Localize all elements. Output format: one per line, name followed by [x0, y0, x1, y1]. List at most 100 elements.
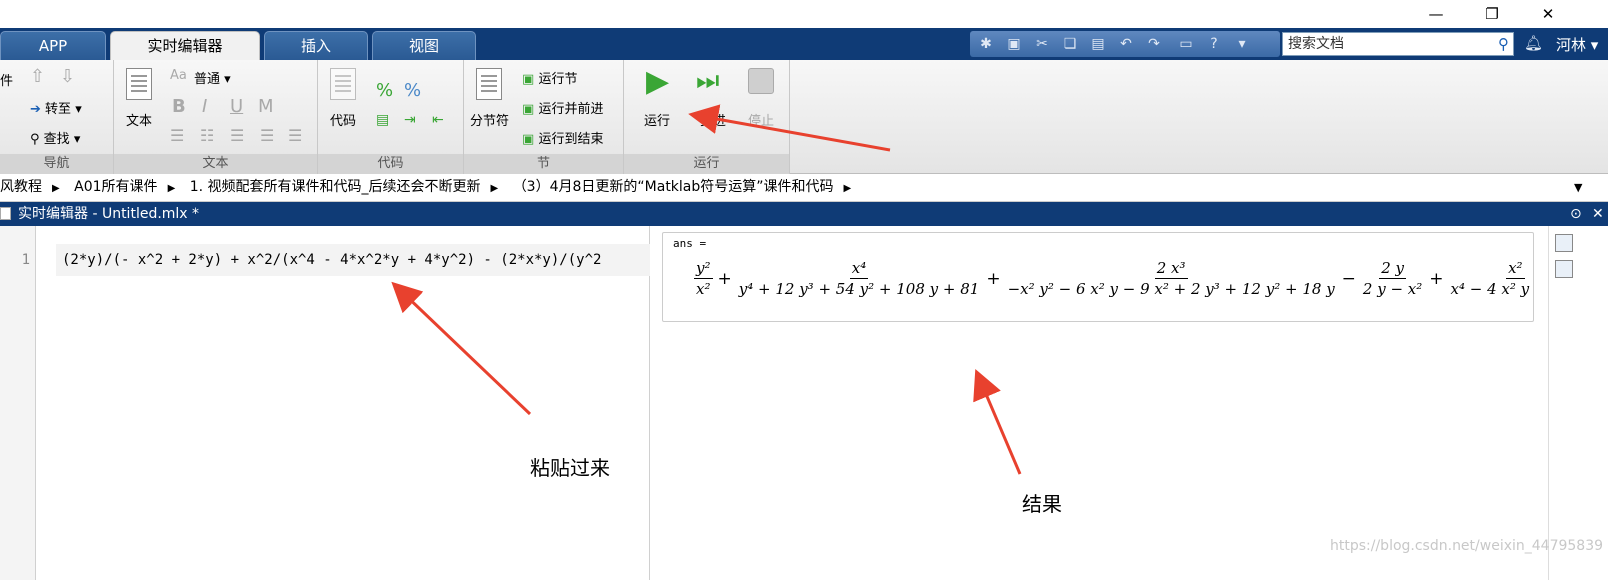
minimize-ribbon-icon[interactable]: ▾ [1232, 34, 1252, 54]
italic-button[interactable]: I [202, 96, 207, 117]
paste-icon[interactable]: ▤ [1088, 34, 1108, 54]
indent-icon[interactable]: ⇥ [404, 112, 416, 128]
user-name: 河林 [1556, 36, 1587, 54]
math-denominator: −x² y² − 6 x² y − 9 x² + 2 y³ + 12 y² + … [1007, 280, 1335, 298]
down-arrow-icon[interactable]: ⇩ [60, 66, 75, 87]
align-left-icon[interactable]: ☰ [230, 126, 244, 145]
search-icon[interactable]: ⚲ [1498, 33, 1509, 55]
output-inline-icon[interactable] [1555, 234, 1573, 252]
save-icon[interactable]: ▣ [1004, 34, 1024, 54]
cut-icon[interactable]: ✂ [1032, 34, 1052, 54]
search-input[interactable]: 搜索文档 ⚲ [1282, 32, 1514, 56]
numbered-list-icon[interactable]: ☷ [200, 126, 214, 145]
ribbon-section-code: 代码 % % ▤ ⇥ ⇤ 代码 [318, 60, 464, 174]
bullet-list-icon[interactable]: ☰ [170, 126, 184, 145]
goto-label: 转至 [45, 102, 72, 117]
ribbon-section-text: 文本 Aa 普通 ▾ B I U M ☰ ☷ ☰ ☰ ☰ 文本 [114, 60, 318, 174]
close-button[interactable]: ✕ [1534, 4, 1562, 24]
code-doc-icon[interactable] [330, 68, 356, 100]
code-button-label[interactable]: 代码 [330, 110, 356, 129]
uncomment-icon[interactable]: % [404, 80, 421, 101]
monospace-button[interactable]: M [258, 96, 274, 117]
search-placeholder: 搜索文档 [1288, 36, 1344, 52]
copy-icon[interactable]: ❏ [1060, 34, 1080, 54]
math-numerator: x⁴ [849, 259, 869, 279]
wrap-icon[interactable]: ▤ [376, 112, 389, 128]
tab-view[interactable]: 视图 [372, 31, 476, 60]
up-arrow-icon[interactable]: ⇧ [30, 66, 45, 87]
section-label-run: 运行 [624, 154, 789, 174]
help-circle-icon[interactable]: ? [1204, 34, 1224, 54]
math-fraction: y² x² [694, 259, 713, 298]
math-fraction: x⁴ y⁴ + 12 y³ + 54 y² + 108 y + 81 [737, 259, 982, 298]
code-line[interactable]: (2*y)/(- x^2 + 2*y) + x^2/(x^4 - 4*x^2*y… [56, 244, 650, 276]
run-play-icon[interactable]: ▶ [646, 64, 669, 99]
stop-icon[interactable] [748, 68, 774, 94]
run-section-icon: ▣ [522, 72, 535, 87]
run-advance-icon: ▣ [522, 102, 535, 117]
run-to-end-button[interactable]: ▣ 运行到结束 [522, 128, 603, 147]
section-break-label[interactable]: 分节符 [470, 110, 509, 129]
section-label-nav: 导航 [0, 154, 113, 174]
style-icon: Aa [170, 68, 187, 83]
outdent-icon[interactable]: ⇤ [432, 112, 444, 128]
step-icon[interactable]: ⏭ [696, 66, 719, 97]
output-area: ans = y² x² + x⁴ y⁴ + 12 y³ + 54 y² + 108 y … [650, 226, 1548, 580]
output-side-toolbar [1548, 226, 1608, 580]
user-menu[interactable]: 河林 ▾ [1556, 34, 1598, 55]
tab-insert[interactable]: 插入 [264, 31, 368, 60]
restore-button[interactable]: ❐ [1478, 4, 1506, 24]
math-numerator: y² [694, 259, 713, 279]
math-numerator: 2 y [1379, 259, 1406, 279]
find-button[interactable]: ⚲ 查找 ▾ [30, 128, 80, 147]
breadcrumb-item[interactable]: （3）4月8日更新的“Matklab符号运算”课件和代码 [513, 179, 834, 195]
breadcrumb-item[interactable]: A01所有课件 [74, 179, 157, 195]
goto-button[interactable]: ➔ 转至 ▾ [30, 98, 82, 117]
stop-button-label[interactable]: 停止 [748, 110, 774, 129]
undo-icon[interactable]: ↶ [1116, 34, 1136, 54]
bell-icon[interactable]: 🔔︎ [1524, 34, 1543, 52]
style-dropdown[interactable]: 普通 ▾ [194, 68, 231, 87]
breadcrumb-item[interactable]: 风教程 [0, 179, 42, 195]
line-gutter: 1 [0, 226, 36, 580]
math-operator: − [1341, 268, 1356, 289]
run-button-label[interactable]: 运行 [644, 110, 670, 129]
symbolic-result: y² x² + x⁴ y⁴ + 12 y³ + 54 y² + 108 y + 81 +2… [691, 259, 1533, 298]
text-doc-icon[interactable] [126, 68, 152, 100]
math-operator: + [717, 268, 732, 289]
code-area[interactable]: (2*y)/(- x^2 + 2*y) + x^2/(x^4 - 4*x^2*y… [36, 226, 650, 580]
text-button-label[interactable]: 文本 [126, 110, 152, 129]
section-break-icon[interactable] [476, 68, 502, 100]
math-numerator: 2 x³ [1154, 259, 1188, 279]
step-button-label[interactable]: 步进 [700, 110, 726, 129]
breadcrumb-item[interactable]: 1. 视频配套所有课件和代码_后续还会不断更新 [190, 179, 481, 195]
math-fraction: x²x⁴ − 4 x² y + 4 y² [1449, 259, 1533, 298]
editor-close-icon[interactable]: ✕ [1592, 202, 1604, 226]
comment-icon[interactable]: % [376, 80, 393, 101]
minimize-button[interactable]: — [1422, 4, 1450, 24]
chevron-right-icon: ▶ [167, 183, 176, 194]
chevron-right-icon: ▶ [490, 183, 499, 194]
align-center-icon[interactable]: ☰ [260, 126, 274, 145]
tab-app[interactable]: APP [0, 31, 106, 60]
switch-windows-icon[interactable]: ▭ [1176, 34, 1196, 54]
editor-title: 实时编辑器 - Untitled.mlx * [18, 206, 200, 222]
output-ans-label: ans = [673, 237, 707, 250]
underline-button[interactable]: U [230, 96, 243, 117]
editor-actions-icon[interactable]: ⊙ [1570, 202, 1582, 226]
align-right-icon[interactable]: ☰ [288, 126, 302, 145]
run-advance-button[interactable]: ▣ 运行并前进 [522, 98, 603, 117]
run-to-end-icon: ▣ [522, 132, 535, 147]
bold-button[interactable]: B [172, 96, 186, 117]
quick-access-toolbar: ✱ ▣ ✂ ❏ ▤ ↶ ↷ ▭ ? ▾ [970, 31, 1280, 57]
tab-live-editor[interactable]: 实时编辑器 [110, 31, 260, 60]
run-section-button[interactable]: ▣ 运行节 [522, 68, 577, 87]
live-script-icon [0, 207, 11, 220]
breadcrumb-dropdown-icon[interactable]: ▼ [1574, 174, 1582, 201]
redo-icon[interactable]: ↷ [1144, 34, 1164, 54]
output-right-icon[interactable] [1555, 260, 1573, 278]
help-icon[interactable]: ✱ [976, 34, 996, 54]
ribbon-section-section: 分节符 ▣ 运行节 ▣ 运行并前进 ▣ 运行到结束 节 [464, 60, 624, 174]
result-annotation: 结果 [1022, 492, 1062, 516]
ribbon: 件 ⇧ ⇩ ➔ 转至 ▾ ⚲ 查找 ▾ 导航 文本 Aa 普通 ▾ B I U … [0, 60, 1608, 174]
